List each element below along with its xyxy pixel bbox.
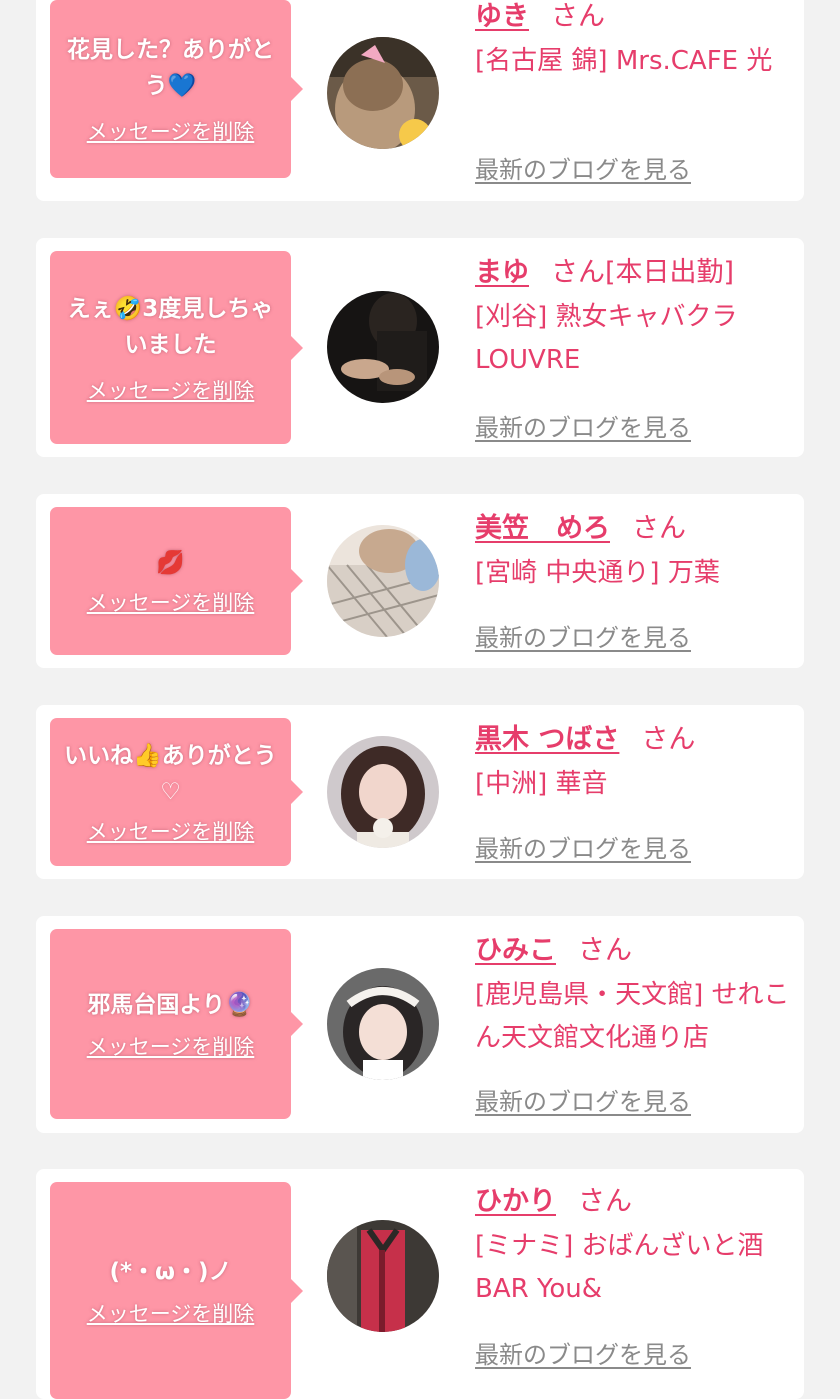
honorific: さん	[551, 1, 605, 32]
delete-message-link[interactable]: メッセージを削除	[87, 1298, 255, 1328]
avatar[interactable]	[327, 37, 439, 149]
shop-link[interactable]: [刈谷] 熟女キャバクラ LOUVRE	[475, 296, 790, 382]
name-line: ひみこ さん	[475, 932, 790, 970]
message-card: 花見した？ありがとう💙 メッセージを削除 ゆき さん [名古屋 錦] Mrs.CA…	[36, 0, 804, 201]
latest-blog-link[interactable]: 最新のブログを見る	[475, 1082, 691, 1117]
name-line: 黒木 つばさ さん	[475, 721, 790, 759]
message-text: 邪馬台国より🔮	[87, 992, 254, 1018]
avatar[interactable]	[327, 968, 439, 1080]
honorific: さん	[578, 1186, 632, 1217]
latest-blog-link[interactable]: 最新のブログを見る	[475, 1335, 691, 1370]
avatar[interactable]	[327, 736, 439, 848]
latest-blog-link[interactable]: 最新のブログを見る	[475, 618, 691, 653]
message-card: (*・ω・)ノ メッセージを削除 ひかり さん [ミナミ] おばんざいと酒BAR …	[36, 1169, 804, 1399]
cast-name-link[interactable]: 黒木 つばさ	[475, 724, 619, 755]
shop-link[interactable]: [中洲] 華音	[475, 763, 790, 806]
cast-name-link[interactable]: まゆ	[475, 257, 529, 288]
latest-blog-link[interactable]: 最新のブログを見る	[475, 150, 691, 185]
message-bubble: えぇ🤣3度見しちゃいました メッセージを削除	[50, 251, 303, 444]
cast-name-link[interactable]: ひみこ	[475, 935, 556, 966]
message-text: えぇ🤣3度見しちゃいました	[67, 295, 274, 358]
name-line: ひかり さん	[475, 1183, 790, 1221]
message-text: 花見した？ありがとう💙	[67, 37, 274, 99]
message-text: いいね👍ありがとう♡	[64, 743, 277, 805]
honorific: さん	[578, 935, 632, 966]
cast-name-link[interactable]: ゆき	[475, 1, 529, 32]
avatar[interactable]	[327, 525, 439, 637]
name-line: 美笠 めろ さん	[475, 510, 790, 548]
delete-message-link[interactable]: メッセージを削除	[87, 587, 255, 617]
message-card: えぇ🤣3度見しちゃいました メッセージを削除 まゆ さん[本日出勤] [刈谷] 熟…	[36, 238, 804, 457]
avatar[interactable]	[327, 1220, 439, 1332]
message-text: 💋	[156, 550, 185, 576]
shop-link[interactable]: [ミナミ] おばんざいと酒BAR You&	[475, 1225, 790, 1311]
honorific: さん	[632, 513, 686, 544]
delete-message-link[interactable]: メッセージを削除	[87, 375, 255, 405]
cast-info: 美笠 めろ さん [宮崎 中央通り] 万葉	[475, 510, 790, 595]
honorific: さん	[551, 257, 605, 288]
message-bubble: (*・ω・)ノ メッセージを削除	[50, 1182, 303, 1399]
shop-link[interactable]: [鹿児島県・天文館] せれこん天文館文化通り店	[475, 974, 790, 1060]
cast-name-link[interactable]: 美笠 めろ	[475, 513, 610, 544]
message-bubble: 邪馬台国より🔮 メッセージを削除	[50, 929, 303, 1119]
message-card: いいね👍ありがとう♡ メッセージを削除 黒木 つばさ さん [中洲] 華音 最新の…	[36, 705, 804, 879]
shop-link[interactable]: [宮崎 中央通り] 万葉	[475, 552, 790, 595]
delete-message-link[interactable]: メッセージを削除	[87, 1031, 255, 1061]
cast-info: ゆき さん [名古屋 錦] Mrs.CAFE 光	[475, 0, 790, 83]
message-bubble: いいね👍ありがとう♡ メッセージを削除	[50, 718, 303, 866]
latest-blog-link[interactable]: 最新のブログを見る	[475, 408, 691, 443]
message-bubble: 💋 メッセージを削除	[50, 507, 303, 655]
shop-link[interactable]: [名古屋 錦] Mrs.CAFE 光	[475, 40, 790, 83]
cast-info: 黒木 つばさ さん [中洲] 華音	[475, 721, 790, 806]
name-line: ゆき さん	[475, 0, 790, 36]
latest-blog-link[interactable]: 最新のブログを見る	[475, 829, 691, 864]
message-text: (*・ω・)ノ	[109, 1258, 232, 1285]
message-card: 💋 メッセージを削除 美笠 めろ さん [宮崎 中央通り] 万葉 最新のブログを見…	[36, 494, 804, 668]
cast-name-link[interactable]: ひかり	[475, 1186, 556, 1217]
cast-info: まゆ さん[本日出勤] [刈谷] 熟女キャバクラ LOUVRE	[475, 254, 790, 382]
delete-message-link[interactable]: メッセージを削除	[87, 116, 255, 146]
name-line: まゆ さん[本日出勤]	[475, 254, 790, 292]
message-card: 邪馬台国より🔮 メッセージを削除 ひみこ さん [鹿児島県・天文館] せれこん天文…	[36, 916, 804, 1133]
avatar[interactable]	[327, 291, 439, 403]
message-bubble: 花見した？ありがとう💙 メッセージを削除	[50, 0, 303, 178]
status-text: [本日出勤]	[605, 257, 735, 288]
delete-message-link[interactable]: メッセージを削除	[87, 816, 255, 846]
cast-info: ひみこ さん [鹿児島県・天文館] せれこん天文館文化通り店	[475, 932, 790, 1060]
honorific: さん	[641, 724, 696, 755]
cast-info: ひかり さん [ミナミ] おばんざいと酒BAR You&	[475, 1183, 790, 1311]
